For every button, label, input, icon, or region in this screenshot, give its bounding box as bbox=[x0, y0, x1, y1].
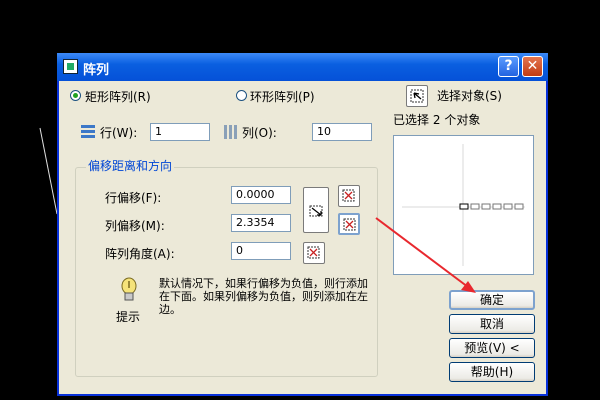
offset-group-title: 偏移距离和方向 bbox=[86, 157, 175, 174]
preview-cell bbox=[481, 203, 491, 210]
polar-array-label[interactable]: 环形阵列(P) bbox=[250, 88, 315, 105]
dialog-title: 阵列 bbox=[83, 63, 110, 78]
preview-cell bbox=[492, 203, 502, 210]
angle-label: 阵列角度(A): bbox=[105, 247, 175, 261]
lightbulb-icon bbox=[121, 277, 137, 301]
columns-label: 列(O): bbox=[242, 126, 277, 140]
selection-status: 已选择 2 个对象 bbox=[393, 113, 481, 127]
ok-button[interactable]: 确定 bbox=[449, 290, 535, 310]
preview-cell bbox=[470, 203, 480, 210]
polar-array-radio[interactable] bbox=[236, 90, 247, 101]
help-title-button[interactable]: ? bbox=[498, 56, 519, 77]
select-objects-icon bbox=[410, 89, 424, 103]
select-objects-button[interactable] bbox=[406, 85, 428, 107]
columns-icon bbox=[224, 125, 237, 139]
array-dialog: 阵列 ? ✕ 矩形阵列(R) 环形阵列(P) 选择对象(S) 已选择 2 个对象… bbox=[57, 53, 548, 396]
pick-angle-button[interactable] bbox=[303, 242, 325, 264]
title-bar[interactable]: 阵列 ? ✕ bbox=[57, 53, 548, 81]
close-button[interactable]: ✕ bbox=[522, 56, 543, 77]
array-preview bbox=[393, 135, 534, 275]
array-app-icon bbox=[63, 59, 78, 74]
rows-input[interactable]: 1 bbox=[150, 123, 210, 141]
pick-row-offset-icon bbox=[342, 189, 355, 202]
rect-array-radio[interactable] bbox=[70, 90, 81, 101]
help-button[interactable]: 帮助(H) bbox=[449, 362, 535, 382]
preview-cell bbox=[503, 203, 513, 210]
hint-caption: 提示 bbox=[116, 310, 141, 324]
row-offset-input[interactable]: 0.0000 bbox=[231, 186, 291, 204]
pick-row-offset-button[interactable] bbox=[338, 185, 360, 207]
pick-both-offsets-icon bbox=[309, 205, 323, 217]
col-offset-label: 列偏移(M): bbox=[105, 219, 165, 233]
preview-cell bbox=[514, 203, 524, 210]
rows-label: 行(W): bbox=[100, 126, 138, 140]
rows-icon bbox=[81, 125, 95, 138]
select-objects-label: 选择对象(S) bbox=[437, 89, 502, 103]
hint-text: 默认情况下，如果行偏移为负值，则行添加在下面。如果列偏移为负值，则列添加在左边。 bbox=[159, 277, 368, 316]
angle-input[interactable]: 0 bbox=[231, 242, 291, 260]
pick-column-offset-button[interactable] bbox=[338, 213, 360, 235]
preview-button[interactable]: 预览(V) < bbox=[449, 338, 535, 358]
columns-input[interactable]: 10 bbox=[312, 123, 372, 141]
preview-cell bbox=[459, 203, 469, 210]
cancel-button[interactable]: 取消 bbox=[449, 314, 535, 334]
col-offset-input[interactable]: 2.3354 bbox=[231, 214, 291, 232]
pick-both-offsets-button[interactable] bbox=[303, 187, 329, 233]
pick-column-offset-icon bbox=[343, 218, 356, 231]
pick-angle-icon bbox=[307, 246, 320, 259]
rect-array-label[interactable]: 矩形阵列(R) bbox=[85, 88, 151, 105]
row-offset-label: 行偏移(F): bbox=[105, 191, 162, 205]
